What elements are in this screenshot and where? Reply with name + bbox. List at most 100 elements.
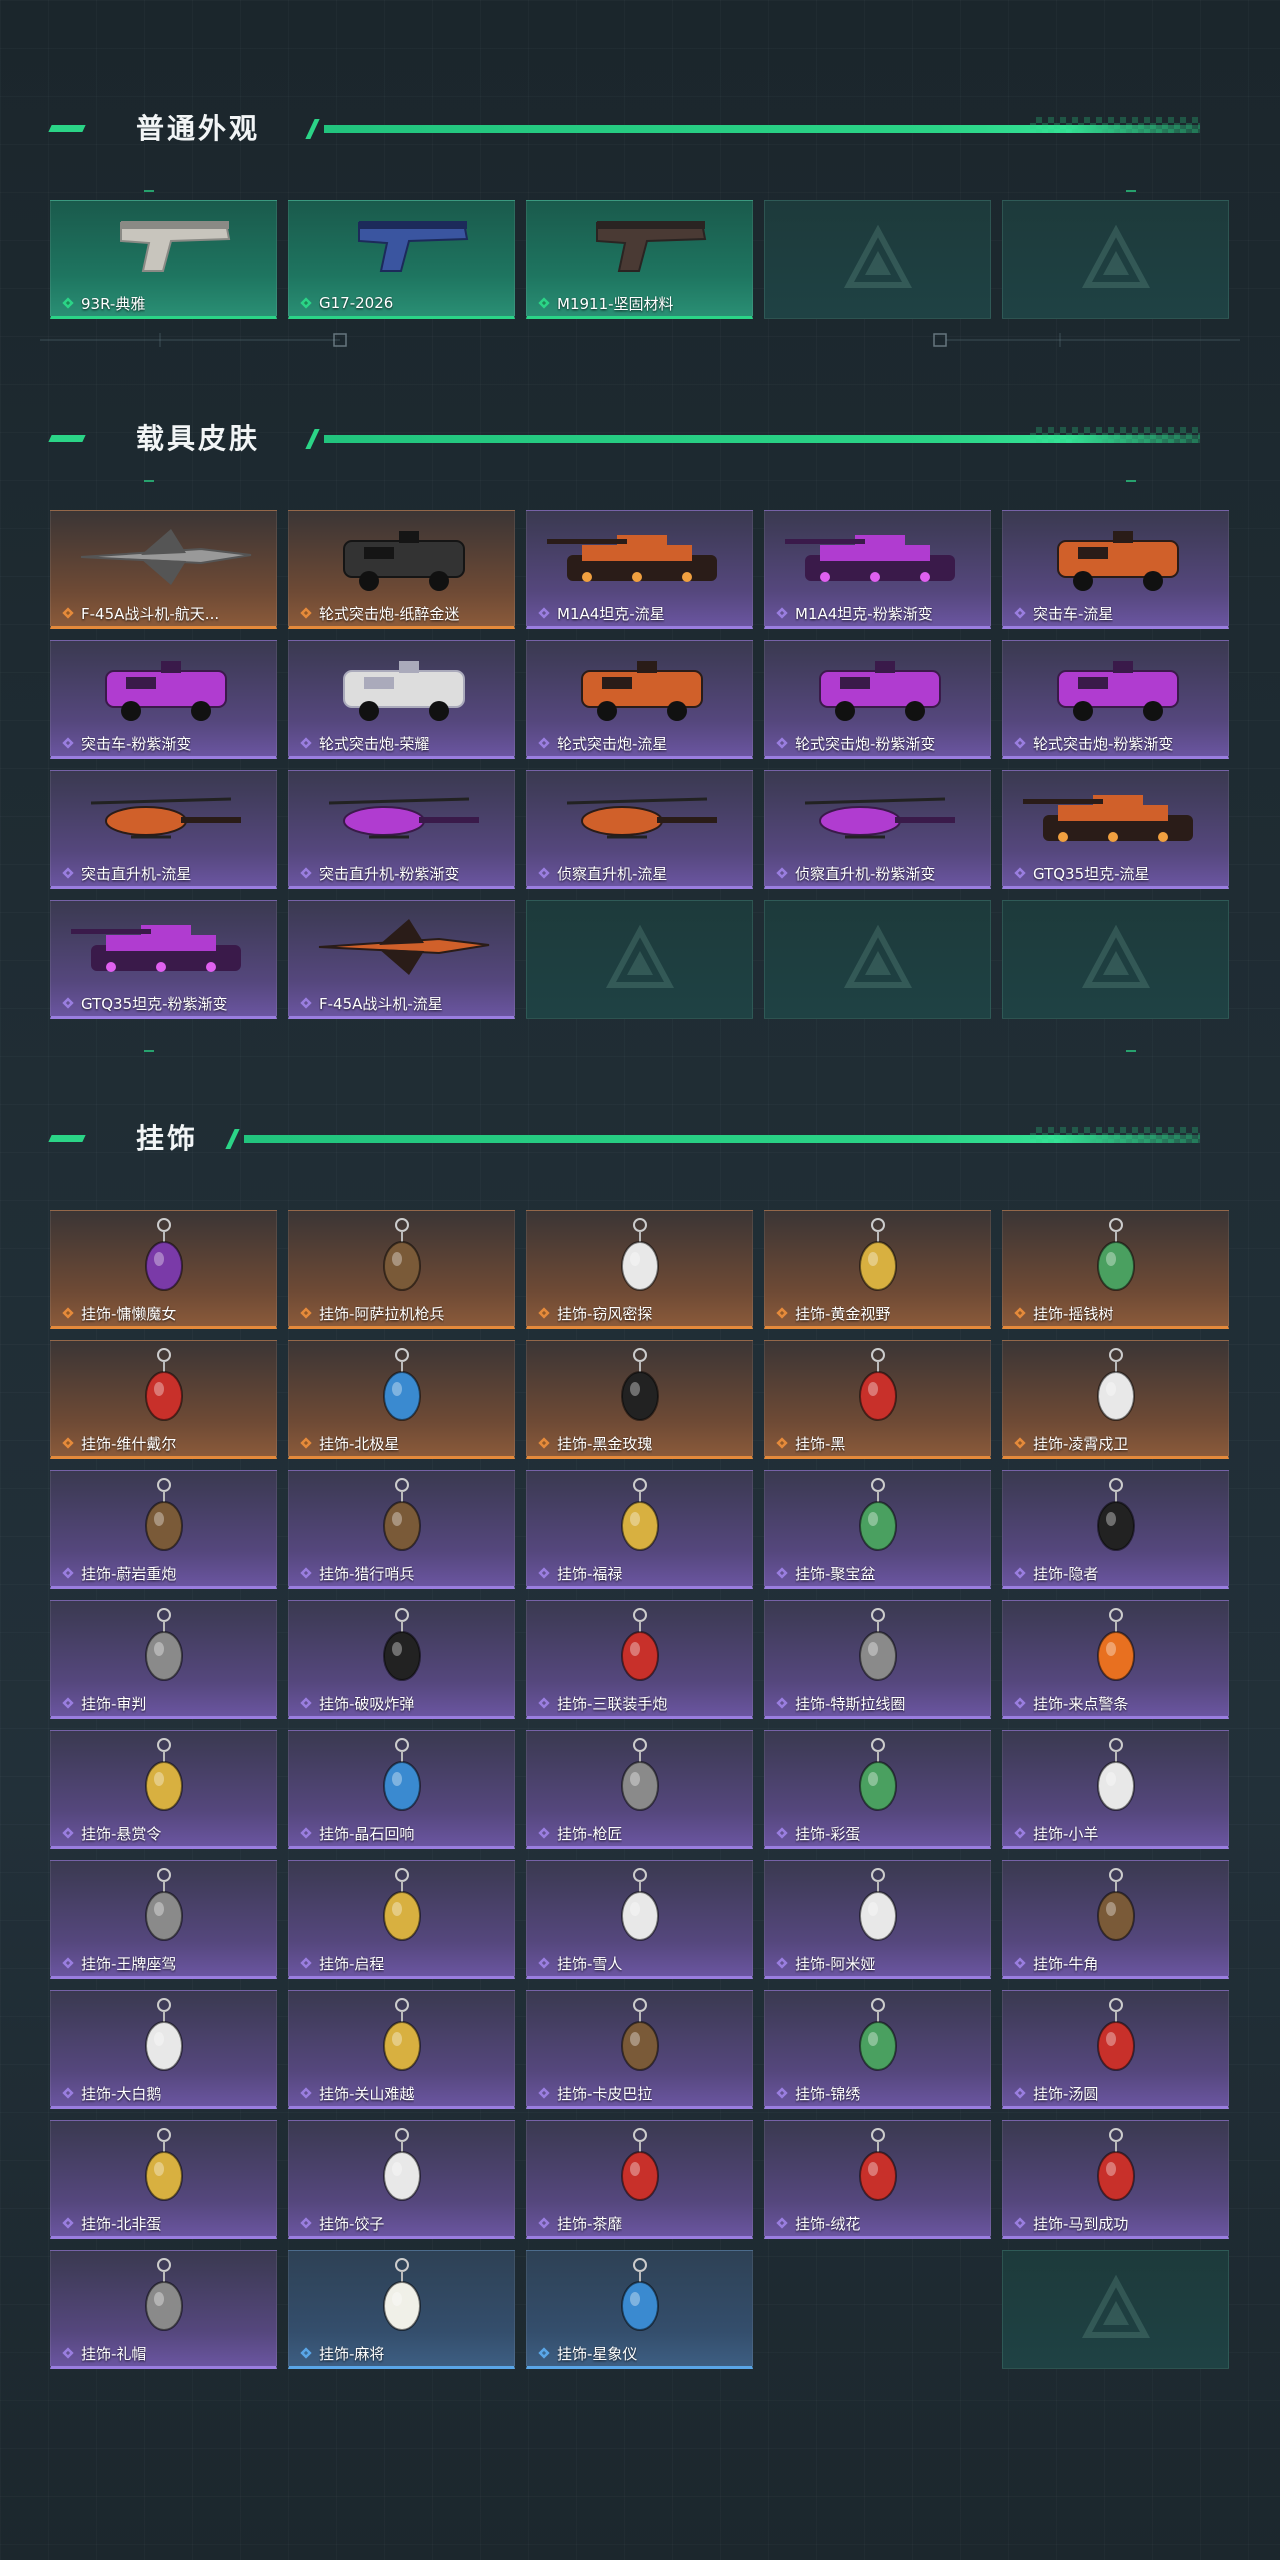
item-label: 挂饰-饺子: [319, 2214, 385, 2233]
item-card[interactable]: 挂饰-彩蛋: [764, 1730, 991, 1849]
item-card[interactable]: 挂饰-饺子: [288, 2120, 515, 2239]
item-card[interactable]: 挂饰-启程: [288, 1860, 515, 1979]
item-card[interactable]: 挂饰-大白鹅: [50, 1990, 277, 2109]
item-card[interactable]: 挂饰-猎行哨兵: [288, 1470, 515, 1589]
item-card[interactable]: 挂饰-礼帽: [50, 2250, 277, 2369]
item-image: [621, 1608, 659, 1681]
item-label: 挂饰-星象仪: [557, 2344, 638, 2363]
item-card[interactable]: 挂饰-黄金视野: [764, 1210, 991, 1329]
item-label: 挂饰-黑: [795, 1434, 846, 1453]
card-footer: 挂饰-关山难越: [289, 2082, 514, 2104]
item-label: 挂饰-慵懒魔女: [81, 1304, 177, 1323]
item-card[interactable]: 挂饰-北非蛋: [50, 2120, 277, 2239]
item-card[interactable]: 挂饰-窃风密探: [526, 1210, 753, 1329]
item-card[interactable]: 挂饰-隐者: [1002, 1470, 1229, 1589]
item-card[interactable]: 挂饰-凌霄戍卫: [1002, 1340, 1229, 1459]
item-card[interactable]: 挂饰-星象仪: [526, 2250, 753, 2369]
item-card[interactable]: 挂饰-王牌座驾: [50, 1860, 277, 1979]
item-card[interactable]: 挂饰-来点警条: [1002, 1600, 1229, 1719]
item-card[interactable]: G17-2026: [288, 200, 515, 319]
card-footer: 挂饰-大白鹅: [51, 2082, 276, 2104]
item-card[interactable]: 突击直升机-粉紫渐变: [288, 770, 515, 889]
item-card[interactable]: 轮式突击炮-纸醉金迷: [288, 510, 515, 629]
quality-diamond-icon: [776, 1957, 788, 1969]
item-card[interactable]: 轮式突击炮-流星: [526, 640, 753, 759]
item-card[interactable]: M1A4坦克-流星: [526, 510, 753, 629]
vehicles-grid: F-45A战斗机-航天... 轮式突击炮-纸醉金迷 M1A4坦克-流星 M1A4坦克-…: [50, 510, 1229, 1019]
item-card[interactable]: 挂饰-摇钱树: [1002, 1210, 1229, 1329]
quality-diamond-icon: [1014, 1827, 1026, 1839]
item-image: [383, 1608, 421, 1681]
item-card[interactable]: 挂饰-卡皮巴拉: [526, 1990, 753, 2109]
item-card[interactable]: 挂饰-特斯拉线圈: [764, 1600, 991, 1719]
item-card[interactable]: 挂饰-黑: [764, 1340, 991, 1459]
quality-diamond-icon: [776, 2087, 788, 2099]
quality-diamond-icon: [776, 2217, 788, 2229]
item-card[interactable]: 挂饰-聚宝盆: [764, 1470, 991, 1589]
item-card[interactable]: 挂饰-麻将: [288, 2250, 515, 2369]
item-label: 挂饰-大白鹅: [81, 2084, 162, 2103]
item-card[interactable]: 挂饰-汤圆: [1002, 1990, 1229, 2109]
item-card[interactable]: 挂饰-三联装手炮: [526, 1600, 753, 1719]
item-label: 挂饰-启程: [319, 1954, 385, 1973]
item-card[interactable]: 挂饰-悬赏令: [50, 1730, 277, 1849]
item-image: [621, 1348, 659, 1421]
quality-diamond-icon: [538, 1567, 550, 1579]
item-card[interactable]: 挂饰-茶靡: [526, 2120, 753, 2239]
item-label: 挂饰-破吸炸弹: [319, 1694, 415, 1713]
item-label: GTQ35坦克-流星: [1033, 864, 1150, 883]
item-card[interactable]: 挂饰-福禄: [526, 1470, 753, 1589]
item-card[interactable]: 挂饰-审判: [50, 1600, 277, 1719]
item-card[interactable]: 挂饰-绒花: [764, 2120, 991, 2239]
item-label: 轮式突击炮-粉紫渐变: [795, 734, 936, 753]
item-card[interactable]: 挂饰-枪匠: [526, 1730, 753, 1849]
quality-diamond-icon: [776, 737, 788, 749]
item-card[interactable]: 突击车-流星: [1002, 510, 1229, 629]
item-card[interactable]: 挂饰-破吸炸弹: [288, 1600, 515, 1719]
card-footer: 突击直升机-粉紫渐变: [289, 862, 514, 884]
item-card[interactable]: 挂饰-维什戴尔: [50, 1340, 277, 1459]
item-card[interactable]: 挂饰-晶石回响: [288, 1730, 515, 1849]
item-card[interactable]: 挂饰-蔚岩重炮: [50, 1470, 277, 1589]
item-card[interactable]: 93R-典雅: [50, 200, 277, 319]
item-card[interactable]: 挂饰-小羊: [1002, 1730, 1229, 1849]
item-card[interactable]: 挂饰-黑金玫瑰: [526, 1340, 753, 1459]
item-card[interactable]: 挂饰-锦绣: [764, 1990, 991, 2109]
item-card[interactable]: 挂饰-牛角: [1002, 1860, 1229, 1979]
item-card[interactable]: 突击直升机-流星: [50, 770, 277, 889]
item-image: [145, 1738, 183, 1811]
empty-slot: [1002, 200, 1229, 319]
item-card[interactable]: M1911-坚固材料: [526, 200, 753, 319]
item-image: [145, 1478, 183, 1551]
item-card[interactable]: 轮式突击炮-荣耀: [288, 640, 515, 759]
item-card[interactable]: 挂饰-北极星: [288, 1340, 515, 1459]
quality-diamond-icon: [62, 1697, 74, 1709]
section-charms: 挂饰: [0, 1105, 1280, 1165]
item-card[interactable]: 侦察直升机-粉紫渐变: [764, 770, 991, 889]
item-card[interactable]: GTQ35坦克-粉紫渐变: [50, 900, 277, 1019]
item-card[interactable]: 挂饰-阿米娅: [764, 1860, 991, 1979]
quality-diamond-icon: [300, 2347, 312, 2359]
item-card[interactable]: 挂饰-阿萨拉机枪兵: [288, 1210, 515, 1329]
item-card[interactable]: 突击车-粉紫渐变: [50, 640, 277, 759]
item-card[interactable]: 挂饰-关山难越: [288, 1990, 515, 2109]
item-card[interactable]: 挂饰-雪人: [526, 1860, 753, 1979]
item-image: [383, 1478, 421, 1551]
item-card[interactable]: 挂饰-慵懒魔女: [50, 1210, 277, 1329]
header-slash: [305, 429, 320, 449]
card-footer: F-45A战斗机-航天...: [51, 602, 276, 624]
header-dash: [48, 125, 86, 132]
item-card[interactable]: M1A4坦克-粉紫渐变: [764, 510, 991, 629]
item-card[interactable]: 轮式突击炮-粉紫渐变: [764, 640, 991, 759]
item-card[interactable]: F-45A战斗机-航天...: [50, 510, 277, 629]
card-footer: 挂饰-绒花: [765, 2212, 990, 2234]
item-image: [621, 1478, 659, 1551]
item-card[interactable]: F-45A战斗机-流星: [288, 900, 515, 1019]
item-image: [596, 221, 707, 272]
item-card[interactable]: 侦察直升机-流星: [526, 770, 753, 889]
quality-diamond-icon: [1014, 2087, 1026, 2099]
item-card[interactable]: GTQ35坦克-流星: [1002, 770, 1229, 889]
item-image: [547, 535, 717, 582]
item-card[interactable]: 轮式突击炮-粉紫渐变: [1002, 640, 1229, 759]
item-card[interactable]: 挂饰-马到成功: [1002, 2120, 1229, 2239]
